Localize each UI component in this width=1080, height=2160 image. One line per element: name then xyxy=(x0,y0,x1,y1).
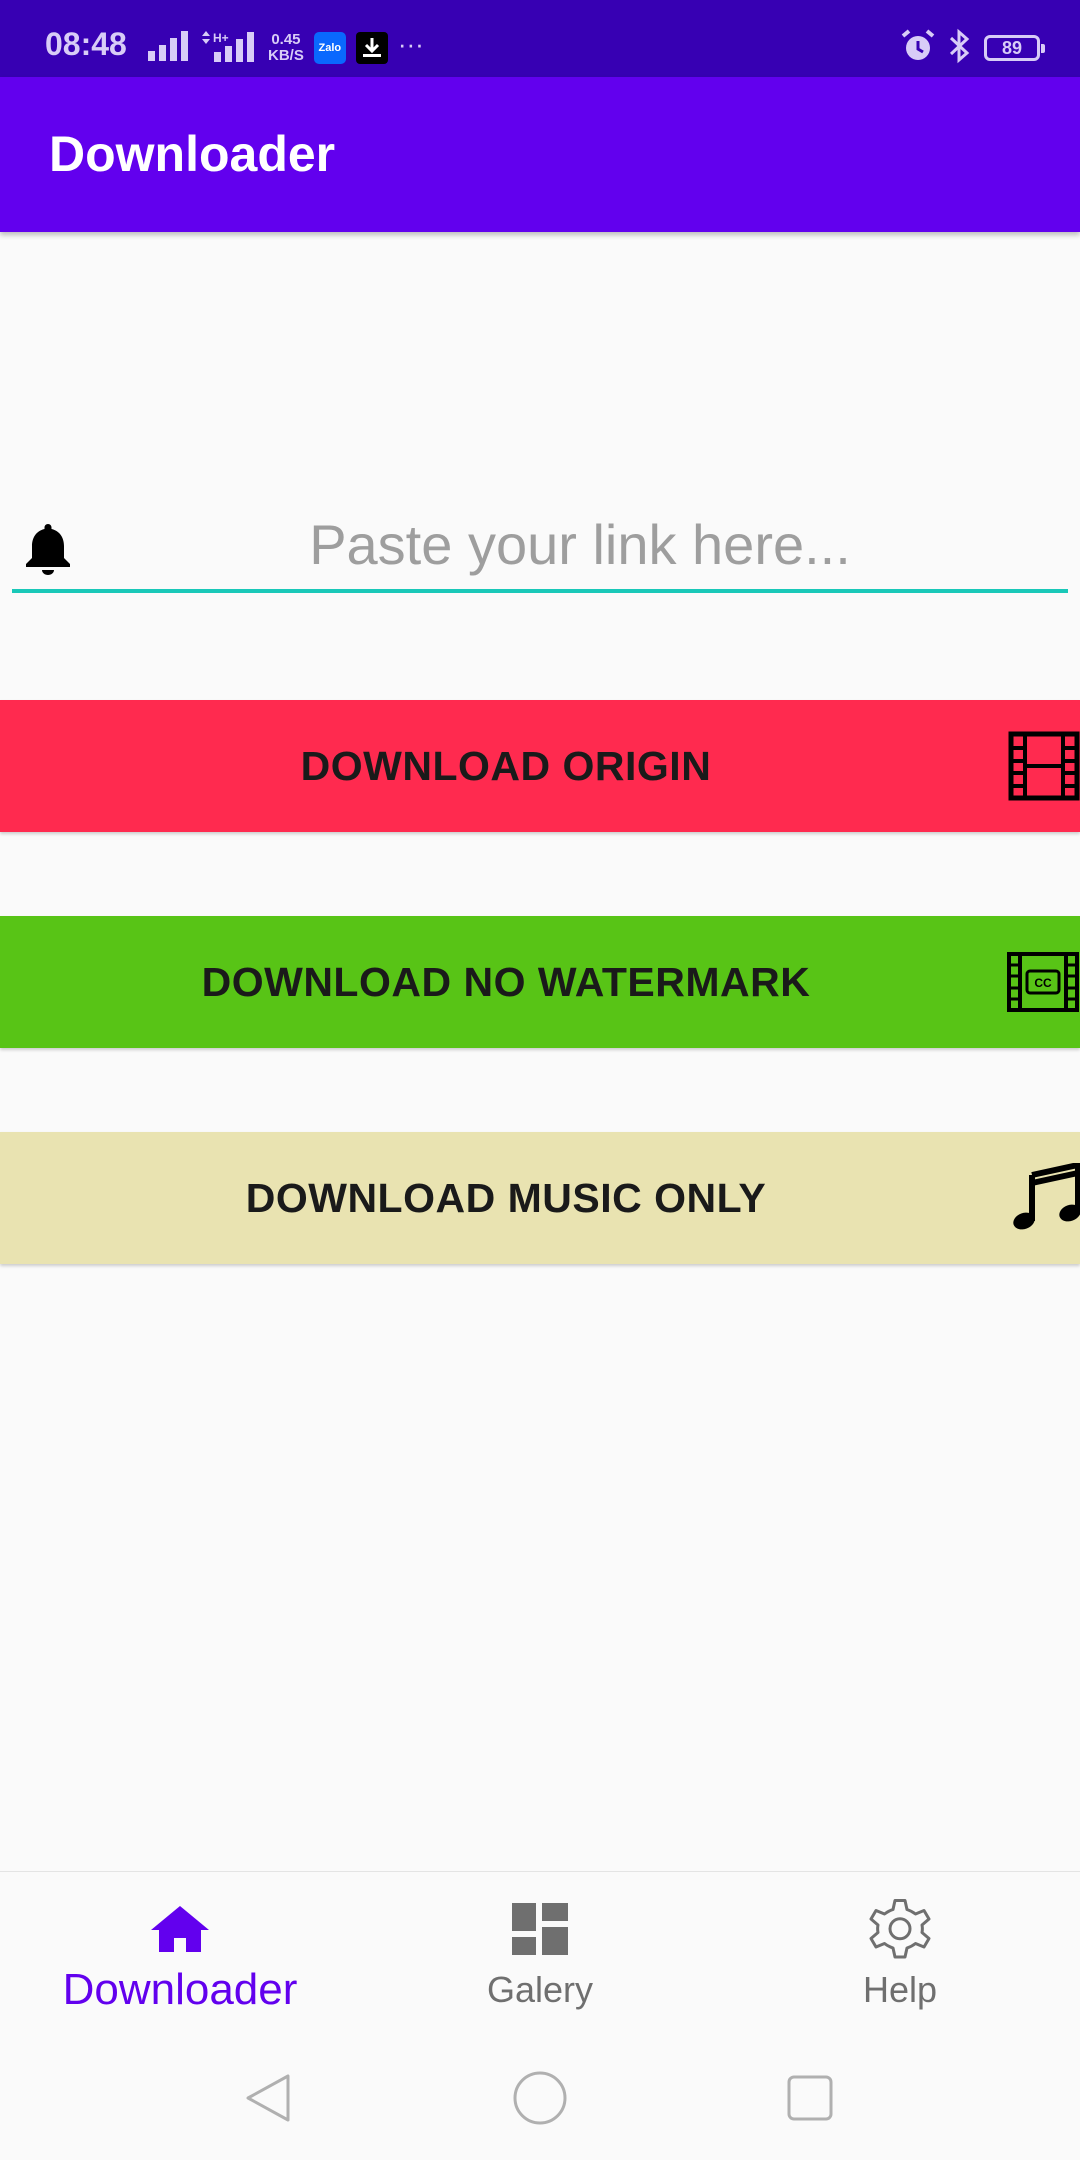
system-navigation-bar xyxy=(0,2036,1080,2160)
signal-icon xyxy=(148,30,190,66)
nav-label-galery: Galery xyxy=(486,1969,594,2010)
recents-icon[interactable] xyxy=(780,2068,840,2128)
status-bar: 08:48 H+ 0.45 KB/S Zalo ··· 89 xyxy=(0,0,1080,77)
download-origin-button[interactable]: DOWNLOAD ORIGIN xyxy=(0,700,1080,832)
nav-item-downloader[interactable]: Downloader xyxy=(0,1872,360,2037)
home-icon xyxy=(149,1894,211,1964)
status-right-icons: 89 xyxy=(900,28,1045,69)
nav-item-help[interactable]: Help xyxy=(720,1872,1080,2037)
gear-icon xyxy=(864,1894,936,1964)
more-notifications-icon: ··· xyxy=(397,29,424,59)
zalo-icon: Zalo xyxy=(313,32,346,64)
link-input[interactable] xyxy=(12,505,1068,593)
bottom-navigation: Downloader Galery Help xyxy=(0,1871,1080,2037)
signal-h-plus-icon: H+ xyxy=(200,30,258,67)
download-notification-icon xyxy=(355,32,388,64)
status-left-icons: H+ 0.45 KB/S Zalo ··· xyxy=(148,30,424,66)
zalo-label: Zalo xyxy=(318,42,342,54)
net-speed-unit: KB/S xyxy=(268,47,304,64)
back-icon[interactable] xyxy=(240,2068,300,2128)
home-circle-icon[interactable] xyxy=(510,2068,570,2128)
download-no-watermark-label: DOWNLOAD NO WATERMARK xyxy=(201,958,811,1005)
battery-icon: 89 xyxy=(984,35,1045,61)
alarm-icon xyxy=(900,28,936,69)
svg-text:H+: H+ xyxy=(213,31,229,45)
download-origin-label: DOWNLOAD ORIGIN xyxy=(300,742,712,789)
net-speed: 0.45 KB/S xyxy=(268,32,304,64)
dashboard-icon xyxy=(512,1894,568,1964)
nav-label-downloader: Downloader xyxy=(62,1965,298,2014)
battery-level: 89 xyxy=(1001,37,1023,58)
nav-label-help: Help xyxy=(862,1969,938,2010)
screen: 08:48 H+ 0.45 KB/S Zalo ··· 89 Downloade… xyxy=(0,0,1080,2160)
svg-text:CC: CC xyxy=(1034,976,1052,990)
net-speed-value: 0.45 xyxy=(271,31,301,48)
download-music-label: DOWNLOAD MUSIC ONLY xyxy=(245,1174,767,1221)
film-icon xyxy=(1000,700,1080,832)
bluetooth-icon xyxy=(948,28,972,69)
app-bar: Downloader xyxy=(0,77,1080,232)
status-time: 08:48 xyxy=(45,26,127,62)
download-music-button[interactable]: DOWNLOAD MUSIC ONLY xyxy=(0,1132,1080,1264)
download-no-watermark-button[interactable]: DOWNLOAD NO WATERMARK CC xyxy=(0,916,1080,1048)
nav-item-galery[interactable]: Galery xyxy=(360,1872,720,2037)
music-note-icon xyxy=(1000,1132,1080,1264)
app-title: Downloader xyxy=(49,126,336,182)
movie-cc-icon: CC xyxy=(1000,916,1080,1048)
